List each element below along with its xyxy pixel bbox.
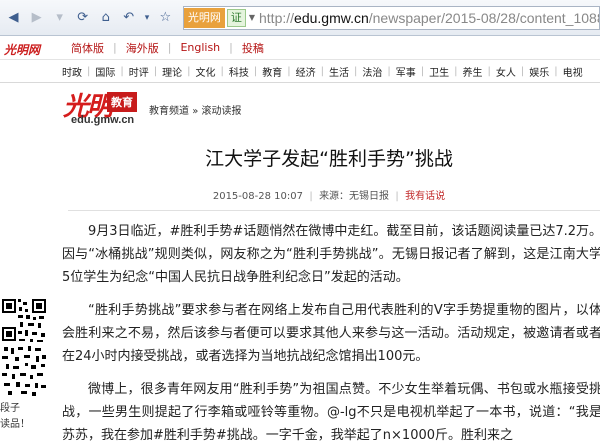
comment-link[interactable]: 我有话说 — [405, 191, 445, 202]
nav-item[interactable]: 国际 — [95, 64, 115, 79]
nav-item[interactable]: 教育 — [262, 64, 282, 79]
refresh-icon[interactable]: ⟳ — [73, 7, 92, 29]
article-title: 江大学子发起“胜利手势”挑战 — [205, 148, 453, 170]
url-text[interactable]: http://edu.gmw.cn/newspaper/2015-08/28/c… — [259, 10, 599, 26]
history-dropdown-icon[interactable]: ▾ — [50, 7, 69, 29]
article-body: 9月3日临近，#胜利手势#话题悄然在微博中走红。截至目前，该话题阅读量已达7.2… — [62, 220, 600, 444]
favorite-star-icon[interactable]: ☆ — [156, 7, 175, 29]
nav-item[interactable]: 生活 — [329, 64, 349, 79]
cert-badge[interactable]: 证 — [226, 8, 246, 27]
channel-nav: 时政 | 国际 | 时评 | 理论 | 文化 | 科技 | 教育 | 经济 | 生活 | 法治 | … — [0, 61, 600, 83]
lang-simplified[interactable]: 简体版 — [62, 40, 113, 56]
nav-item[interactable]: 理论 — [162, 64, 182, 79]
nav-item[interactable]: 科技 — [229, 64, 249, 79]
nav-item[interactable]: 军事 — [396, 64, 416, 79]
language-bar: 光明网 简体版 | 海外版 | English | 投稿 — [0, 36, 600, 60]
breadcrumb-scroll-news[interactable]: 滚动读报 — [202, 106, 242, 117]
article-source: 来源：无锡日报 — [319, 191, 390, 202]
home-icon[interactable]: ⌂ — [96, 7, 115, 29]
nav-item[interactable]: 时政 — [62, 64, 82, 79]
divider — [68, 210, 600, 211]
forward-icon[interactable]: ▶ — [27, 7, 46, 29]
article-paragraph: 微博上，很多青年网友用“胜利手势”为祖国点赞。不少女生举着玩偶、书包或水瓶接受挑… — [62, 382, 600, 443]
nav-item[interactable]: 卫生 — [429, 64, 449, 79]
article-meta: 2015-08-28 10:07 | 来源：无锡日报 | 我有话说 — [212, 191, 446, 202]
address-bar[interactable]: 光明网 证 ▼ http://edu.gmw.cn/newspaper/2015… — [182, 5, 600, 30]
submit-link[interactable]: 投稿 — [233, 40, 273, 56]
nav-item[interactable]: 时评 — [129, 64, 149, 79]
channel-header: 光明 教育 edu.gmw.cn 教育频道 » 滚动读报 — [55, 86, 600, 130]
qr-caption: 段子 读品！ — [0, 403, 30, 430]
lang-english[interactable]: English — [171, 41, 229, 54]
nav-item[interactable]: 文化 — [196, 64, 216, 79]
breadcrumb-edu-channel[interactable]: 教育频道 — [149, 106, 189, 117]
undo-dropdown-icon[interactable]: ▾ — [142, 7, 152, 29]
breadcrumb: 教育频道 » 滚动读报 — [149, 106, 242, 117]
qr-code-image[interactable] — [0, 295, 48, 399]
site-logo-small[interactable]: 光明网 — [4, 41, 40, 58]
nav-item[interactable]: 娱乐 — [529, 64, 549, 79]
nav-item[interactable]: 电视 — [563, 64, 583, 79]
logo-domain: edu.gmw.cn — [71, 114, 135, 126]
nav-item[interactable]: 养生 — [463, 64, 483, 79]
lang-overseas[interactable]: 海外版 — [117, 40, 168, 56]
back-icon[interactable]: ◀ — [4, 7, 23, 29]
nav-item[interactable]: 法治 — [362, 64, 382, 79]
site-badge: 光明网 — [183, 7, 225, 28]
chevron-down-icon[interactable]: ▼ — [249, 13, 255, 22]
browser-toolbar: ◀ ▶ ▾ ⟳ ⌂ ↶ ▾ ☆ 光明网 证 ▼ http://edu.gmw.c… — [0, 0, 600, 36]
nav-item[interactable]: 女人 — [496, 64, 516, 79]
article-paragraph: 9月3日临近，#胜利手势#话题悄然在微博中走红。截至目前，该话题阅读量已达7.2… — [62, 224, 600, 285]
undo-icon[interactable]: ↶ — [119, 7, 138, 29]
nav-item[interactable]: 经济 — [296, 64, 316, 79]
edu-logo-badge: 教育 — [107, 92, 137, 112]
article-paragraph: “胜利手势挑战”要求参与者在网络上发布自己用代表胜利的V字手势提重物的图片，以体… — [62, 303, 600, 364]
article-date: 2015-08-28 10:07 — [212, 191, 303, 202]
